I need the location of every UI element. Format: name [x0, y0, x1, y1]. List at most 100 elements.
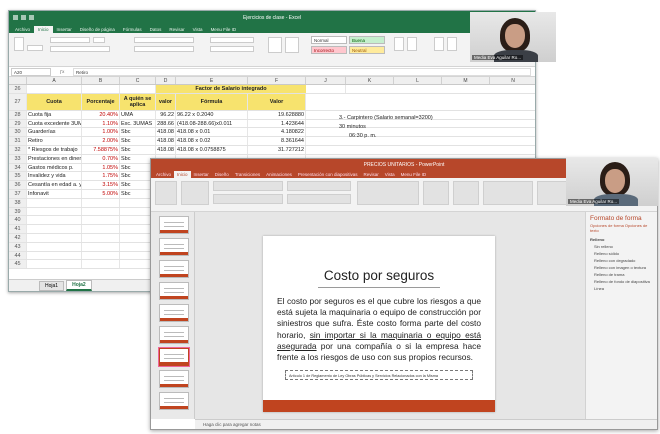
- fill-option[interactable]: Relleno con degradado: [586, 257, 657, 264]
- insert-cells-button[interactable]: [394, 37, 404, 51]
- cell-porcentaje[interactable]: 1.05%: [82, 163, 120, 172]
- arrange-button[interactable]: [423, 181, 449, 205]
- ppt-tab[interactable]: Diseño: [212, 171, 232, 178]
- slide-thumbnail[interactable]: [159, 238, 189, 256]
- row-number[interactable]: 29: [9, 119, 27, 128]
- sheet-tab-hoja1[interactable]: Hoja1: [39, 280, 65, 291]
- cell-cuota[interactable]: [27, 251, 82, 260]
- fill-option[interactable]: Sin relleno: [586, 243, 657, 250]
- cell-formula[interactable]: 418.08 x 0.02: [176, 137, 248, 145]
- cell-aplica[interactable]: UMA: [120, 110, 156, 119]
- row-number[interactable]: 36: [9, 181, 27, 189]
- cell-formula[interactable]: 96.22 x 0.2040: [176, 110, 248, 119]
- cell-cuota[interactable]: [27, 242, 82, 251]
- cell-valor2[interactable]: 19.628880: [248, 110, 306, 119]
- row-number[interactable]: 41: [9, 225, 27, 233]
- cell-cuota[interactable]: Guarderías: [27, 128, 82, 137]
- header-valor[interactable]: valor: [156, 93, 176, 110]
- ppt-tab[interactable]: Inicio: [174, 171, 191, 178]
- formula-input[interactable]: Retiro: [73, 67, 531, 76]
- save-icon[interactable]: [13, 15, 18, 20]
- ppt-tab[interactable]: Revisar: [360, 171, 381, 178]
- column-header[interactable]: B: [82, 77, 120, 84]
- ppt-tab[interactable]: Menu File ID: [398, 171, 430, 178]
- column-header[interactable]: E: [176, 77, 248, 84]
- note-hora[interactable]: 06:30 p. m.: [349, 133, 377, 139]
- header-formula[interactable]: Fórmula: [176, 93, 248, 110]
- select-all-corner[interactable]: [9, 77, 27, 84]
- slide-body-text[interactable]: El costo por seguros es el que cubre los…: [277, 296, 481, 363]
- excel-tab[interactable]: Inicio: [34, 26, 53, 33]
- paste-button[interactable]: [155, 181, 177, 205]
- slide-thumbnail[interactable]: [159, 216, 189, 234]
- cell-aplica[interactable]: Sbc: [120, 145, 156, 154]
- row-number[interactable]: 31: [9, 137, 27, 145]
- row-number[interactable]: 39: [9, 207, 27, 216]
- ppt-tab[interactable]: Vista: [382, 171, 398, 178]
- ppt-tab[interactable]: Presentación con diapositivas: [295, 171, 361, 178]
- cut-button[interactable]: [27, 45, 44, 51]
- row-number[interactable]: 32: [9, 145, 27, 154]
- shape-fill-outline-buttons[interactable]: [483, 181, 533, 205]
- cell-aplica[interactable]: Sbc: [120, 128, 156, 137]
- slide-thumbnail[interactable]: [159, 392, 189, 410]
- excel-tab[interactable]: Fórmulas: [119, 26, 146, 33]
- cell-porcentaje[interactable]: 1.75%: [82, 172, 120, 181]
- undo-icon[interactable]: [21, 15, 26, 20]
- slide-thumbnail[interactable]: [159, 282, 189, 300]
- style-neutral[interactable]: Neutral: [349, 46, 385, 54]
- selected-caption-textbox[interactable]: Artículo 1 de Reglamento de Ley Obras Pú…: [285, 370, 473, 380]
- cell-valor[interactable]: 418.08: [156, 128, 176, 137]
- slide-thumbnail[interactable]: [159, 304, 189, 322]
- fill-section[interactable]: Relleno: [586, 236, 657, 243]
- cell-porcentaje[interactable]: [82, 225, 120, 233]
- cell-aplica[interactable]: Sbc: [120, 137, 156, 145]
- conditional-format-button[interactable]: [268, 37, 282, 53]
- cell-porcentaje[interactable]: [82, 207, 120, 216]
- slide-thumbnail[interactable]: [159, 326, 189, 344]
- column-header[interactable]: J: [306, 77, 346, 84]
- font-select[interactable]: [213, 181, 283, 191]
- row-number[interactable]: 34: [9, 163, 27, 172]
- fx-icon[interactable]: ƒx: [51, 69, 73, 74]
- cell-porcentaje[interactable]: [82, 260, 120, 269]
- row-number[interactable]: 42: [9, 233, 27, 242]
- fill-option[interactable]: Línea: [586, 285, 657, 292]
- cell-aplica[interactable]: Exc. 3UMAS: [120, 119, 156, 128]
- cell-porcentaje[interactable]: 7.58875%: [82, 145, 120, 154]
- slide-title[interactable]: Costo por seguros: [263, 268, 495, 283]
- sheet-tab-hoja2[interactable]: Hoja2: [66, 280, 92, 291]
- font-name-select[interactable]: [50, 37, 90, 43]
- cell-valor[interactable]: 418.08: [156, 137, 176, 145]
- ppt-tab[interactable]: Archivo: [153, 171, 174, 178]
- excel-tab[interactable]: Revisar: [165, 26, 188, 33]
- delete-cells-button[interactable]: [407, 37, 418, 51]
- cell-porcentaje[interactable]: 0.70%: [82, 154, 120, 163]
- font-format-buttons[interactable]: [50, 46, 110, 52]
- row-number[interactable]: 40: [9, 216, 27, 225]
- row-number[interactable]: 26: [9, 85, 27, 93]
- cell-cuota[interactable]: [27, 225, 82, 233]
- cell-cuota[interactable]: Infonavit: [27, 189, 82, 198]
- column-header[interactable]: K: [346, 77, 394, 84]
- column-header[interactable]: F: [248, 77, 306, 84]
- number-format-select[interactable]: [210, 37, 254, 43]
- header-cuota[interactable]: Cuota: [27, 93, 82, 110]
- cell-valor2[interactable]: 8.361644: [248, 137, 306, 145]
- cell-valor[interactable]: 418.08: [156, 145, 176, 154]
- column-header[interactable]: C: [120, 77, 156, 84]
- cell-formula[interactable]: (418.08-288.66)x0.011: [176, 119, 248, 128]
- cell-porcentaje[interactable]: [82, 251, 120, 260]
- ppt-tab[interactable]: Insertar: [191, 171, 212, 178]
- cell-valor[interactable]: 96.22: [156, 110, 176, 119]
- column-header[interactable]: N: [490, 77, 535, 84]
- excel-tab[interactable]: Vista: [189, 26, 207, 33]
- cell-cuota[interactable]: Cuota excedente 3UMAS: [27, 119, 82, 128]
- cell-porcentaje[interactable]: 20.40%: [82, 110, 120, 119]
- cell-cuota[interactable]: Cesantía en edad a. y v.: [27, 181, 82, 189]
- cell-porcentaje[interactable]: 3.15%: [82, 181, 120, 189]
- shapes-gallery[interactable]: [357, 181, 419, 205]
- row-number[interactable]: 27: [9, 93, 27, 110]
- style-normal[interactable]: Normal: [311, 36, 347, 44]
- cell-empty[interactable]: [306, 137, 535, 145]
